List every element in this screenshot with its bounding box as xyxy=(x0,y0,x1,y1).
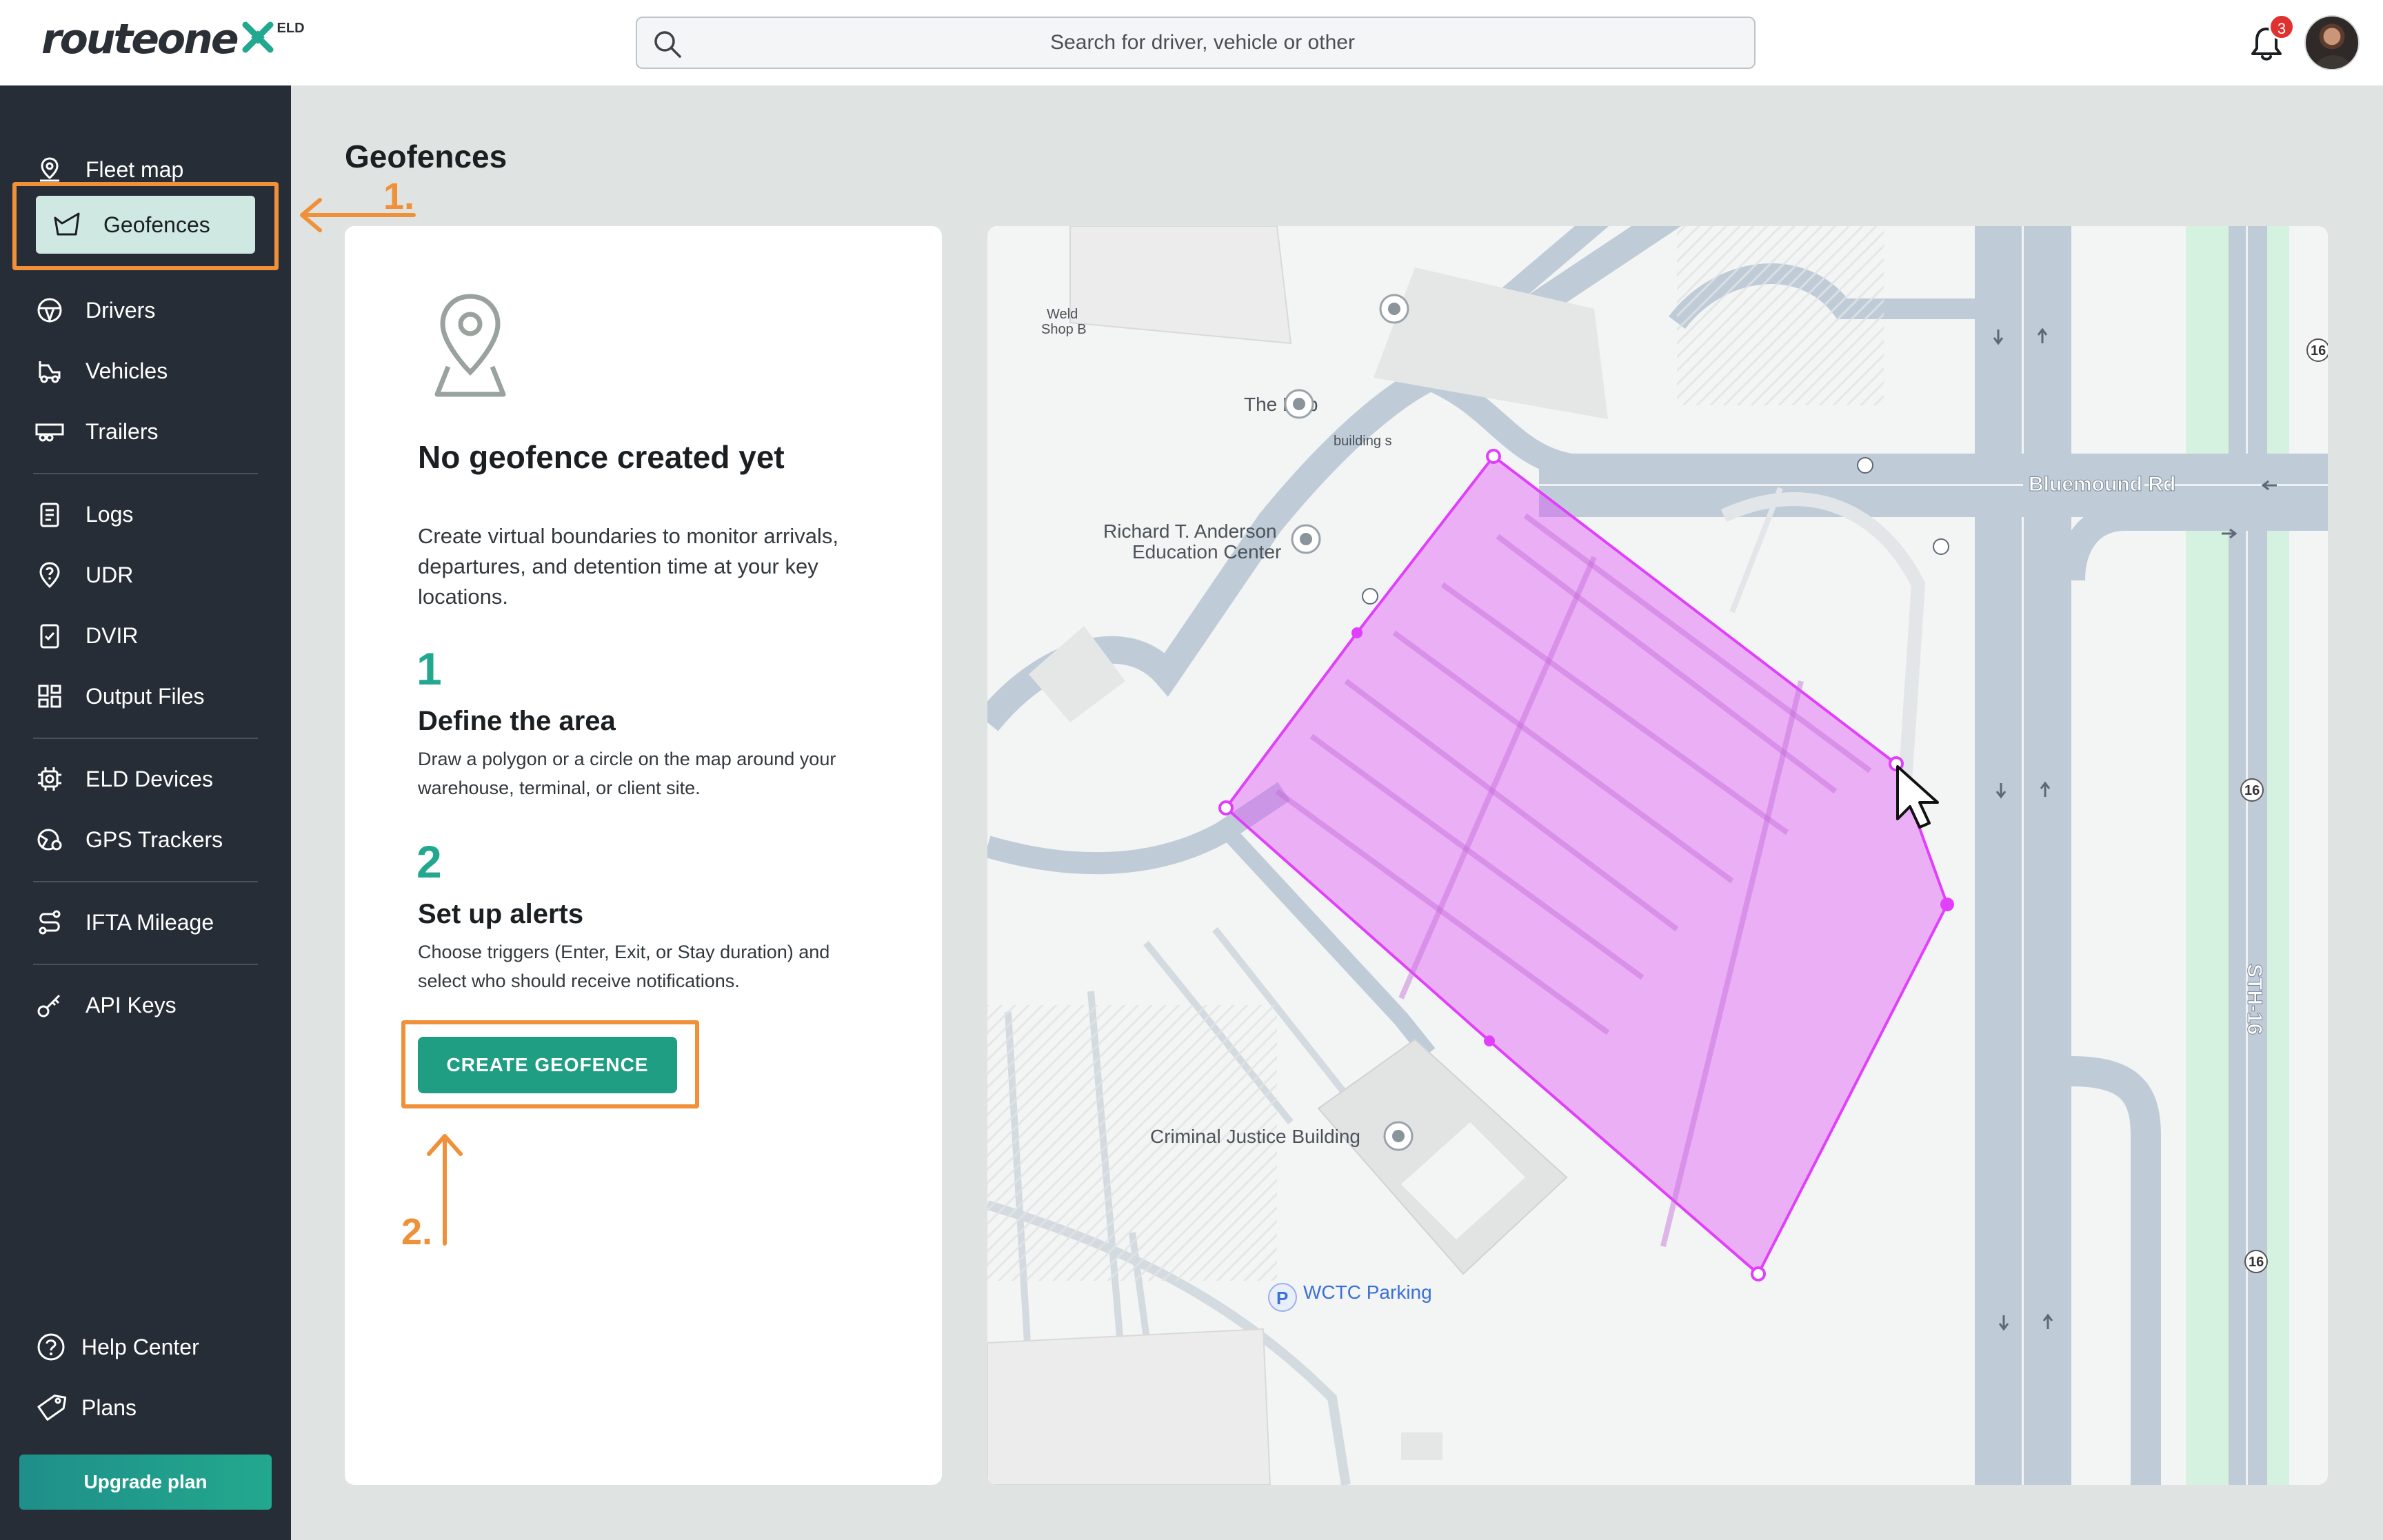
sidebar-item-help-center[interactable]: Help Center xyxy=(36,1322,257,1372)
bus-stop-icon xyxy=(1362,588,1378,605)
map-pin-icon xyxy=(34,154,65,185)
step-number: 2 xyxy=(416,836,442,887)
sidebar-item-label: Trailers xyxy=(86,418,159,444)
truck-icon xyxy=(34,356,65,386)
search-bar[interactable] xyxy=(636,17,1756,69)
sidebar-item-drivers[interactable]: Drivers xyxy=(34,285,255,335)
svg-text:P: P xyxy=(1276,1288,1288,1308)
sidebar-item-plans[interactable]: Plans xyxy=(36,1383,257,1432)
question-pin-icon xyxy=(34,560,65,590)
annotation-highlight-geofences xyxy=(12,182,279,270)
sidebar-divider xyxy=(33,964,258,965)
sidebar-item-dvir[interactable]: DVIR xyxy=(34,611,255,660)
sidebar-item-ifta-mileage[interactable]: IFTA Mileage xyxy=(34,898,255,947)
sidebar-divider xyxy=(33,473,258,474)
sidebar-item-label: GPS Trackers xyxy=(86,827,223,852)
search-input[interactable] xyxy=(692,18,1713,68)
page-title: Geofences xyxy=(345,139,507,174)
map-label-wctc-parking: WCTC Parking xyxy=(1303,1281,1432,1303)
sidebar-item-label: Output Files xyxy=(86,683,205,709)
device-icon xyxy=(34,764,65,794)
bus-stop-icon xyxy=(1933,538,1949,555)
location-pin-icon xyxy=(434,294,506,397)
route-shield-label: 16 xyxy=(2249,1255,2264,1270)
sidebar-item-label: UDR xyxy=(86,562,134,587)
step-number: 1 xyxy=(416,643,442,694)
map-label-weld-shop: Weld xyxy=(1047,307,1078,322)
route-shield-label: 16 xyxy=(2244,783,2260,798)
grid-icon xyxy=(34,681,65,711)
route-shield-label: 16 xyxy=(2311,343,2326,358)
sidebar-item-trailers[interactable]: Trailers xyxy=(34,407,255,456)
step-text: Choose triggers (Enter, Exit, or Stay du… xyxy=(418,942,830,991)
logo[interactable]: routeone ELD xyxy=(41,15,305,63)
sidebar: Fleet map Geofences Drivers Vehicles Tra… xyxy=(0,85,291,1540)
step-title: Define the area xyxy=(418,706,616,736)
sidebar-item-label: Help Center xyxy=(81,1334,199,1359)
map-canvas[interactable]: The Hub Richard T. Anderson Education Ce… xyxy=(987,226,2328,1485)
sidebar-item-label: Fleet map xyxy=(86,156,184,182)
sidebar-item-label: IFTA Mileage xyxy=(86,909,214,935)
sidebar-item-logs[interactable]: Logs xyxy=(34,489,255,539)
sidebar-item-label: API Keys xyxy=(86,992,177,1017)
logo-mark-icon xyxy=(242,21,274,53)
sidebar-item-label: Drivers xyxy=(86,297,156,323)
upgrade-plan-button[interactable]: Upgrade plan xyxy=(19,1455,272,1510)
sidebar-item-label: Plans xyxy=(81,1395,137,1420)
sidebar-divider xyxy=(33,881,258,882)
annotation-highlight-create-button xyxy=(401,1020,699,1108)
map-label-building-s: building s xyxy=(1334,434,1392,449)
empty-state-description: Create virtual boundaries to monitor arr… xyxy=(418,524,838,609)
sidebar-item-output-files[interactable]: Output Files xyxy=(34,671,255,721)
key-icon xyxy=(34,990,65,1020)
sidebar-item-label: Logs xyxy=(86,501,134,527)
sidebar-item-udr[interactable]: UDR xyxy=(34,550,255,600)
logo-text: routeone xyxy=(41,15,239,63)
sidebar-item-gps-trackers[interactable]: GPS Trackers xyxy=(34,815,255,864)
sidebar-item-label: Vehicles xyxy=(86,358,168,383)
avatar[interactable] xyxy=(2304,15,2360,70)
steering-wheel-icon xyxy=(34,295,65,325)
map-label-weld-shop: Shop B xyxy=(1041,322,1087,337)
top-bar: routeone ELD 3 xyxy=(0,0,2383,85)
sidebar-item-eld-devices[interactable]: ELD Devices xyxy=(34,754,255,804)
map-label-anderson: Richard T. Anderson xyxy=(1103,520,1277,542)
bus-stop-icon xyxy=(1857,457,1873,474)
empty-state-heading: No geofence created yet xyxy=(418,439,785,475)
map-label-criminal-justice: Criminal Justice Building xyxy=(1150,1126,1360,1147)
step-text: Draw a polygon or a circle on the map ar… xyxy=(418,749,836,798)
help-icon xyxy=(36,1332,66,1362)
sidebar-divider xyxy=(33,738,258,739)
sidebar-item-api-keys[interactable]: API Keys xyxy=(34,980,255,1030)
map-label-anderson: Education Center xyxy=(1132,541,1281,563)
notification-badge: 3 xyxy=(2269,14,2295,40)
trailer-icon xyxy=(34,416,65,447)
annotation-number-1: 1. xyxy=(383,176,415,217)
empty-state-card: No geofence created yet Create virtual b… xyxy=(345,226,942,1485)
clipboard-icon xyxy=(34,499,65,529)
tag-icon xyxy=(36,1392,66,1423)
route-icon xyxy=(34,907,65,938)
logo-badge: ELD xyxy=(276,21,305,36)
map-label-bluemound: Bluemound Rd xyxy=(2029,473,2175,496)
search-icon xyxy=(654,31,681,58)
step-title: Set up alerts xyxy=(418,899,584,929)
map-label-sth16: STH-16 xyxy=(2243,964,2266,1035)
tracker-icon xyxy=(34,824,65,855)
sidebar-item-vehicles[interactable]: Vehicles xyxy=(34,346,255,396)
map-svg[interactable]: The Hub Richard T. Anderson Education Ce… xyxy=(987,226,2328,1485)
checklist-icon xyxy=(34,620,65,651)
sidebar-item-label: ELD Devices xyxy=(86,766,213,791)
sidebar-item-label: DVIR xyxy=(86,622,139,648)
annotation-number-2: 2. xyxy=(401,1211,433,1253)
